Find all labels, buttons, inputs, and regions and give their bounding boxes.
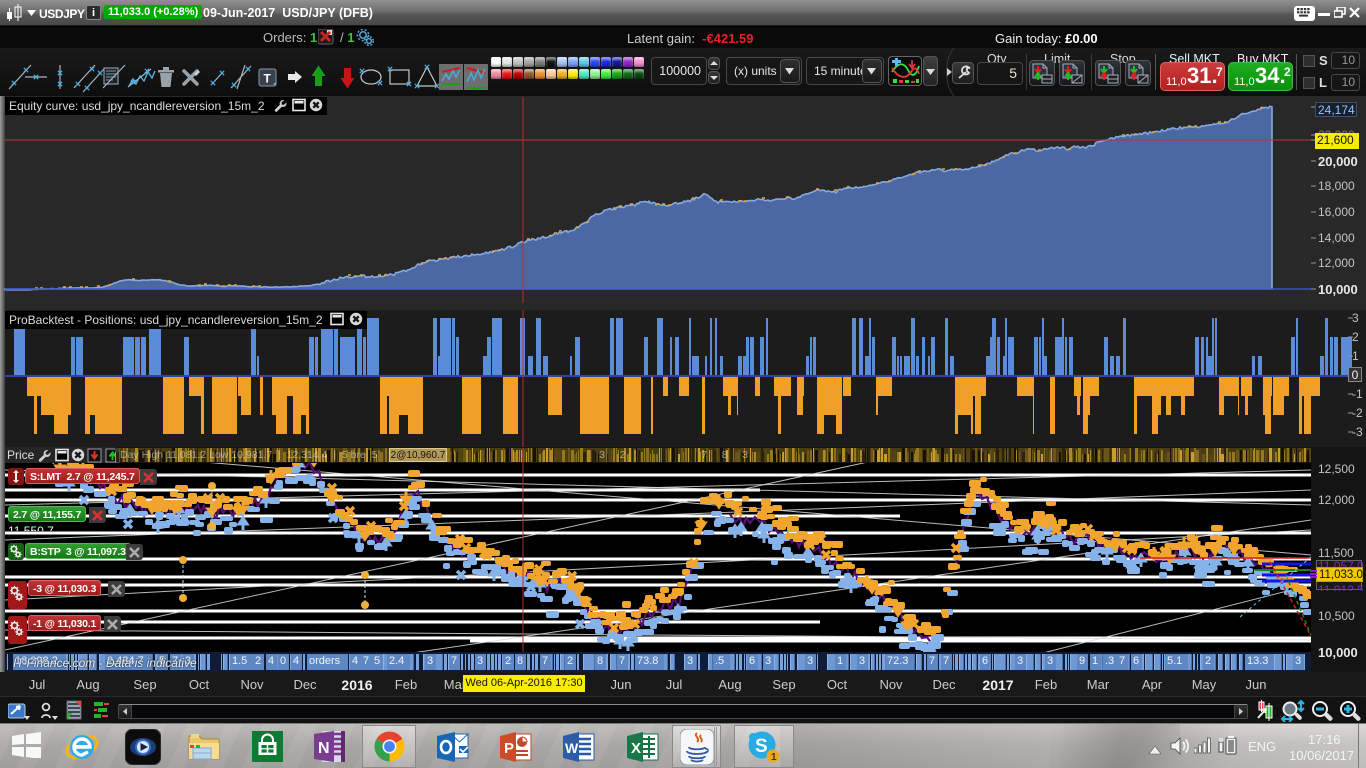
svg-text:S: S bbox=[755, 736, 768, 757]
svg-text:N: N bbox=[318, 740, 330, 757]
svg-text:P: P bbox=[504, 740, 514, 757]
svg-text:T: T bbox=[264, 72, 272, 86]
svg-text:1: 1 bbox=[771, 752, 777, 763]
svg-text:W: W bbox=[565, 740, 579, 756]
svg-text:X: X bbox=[631, 740, 641, 757]
